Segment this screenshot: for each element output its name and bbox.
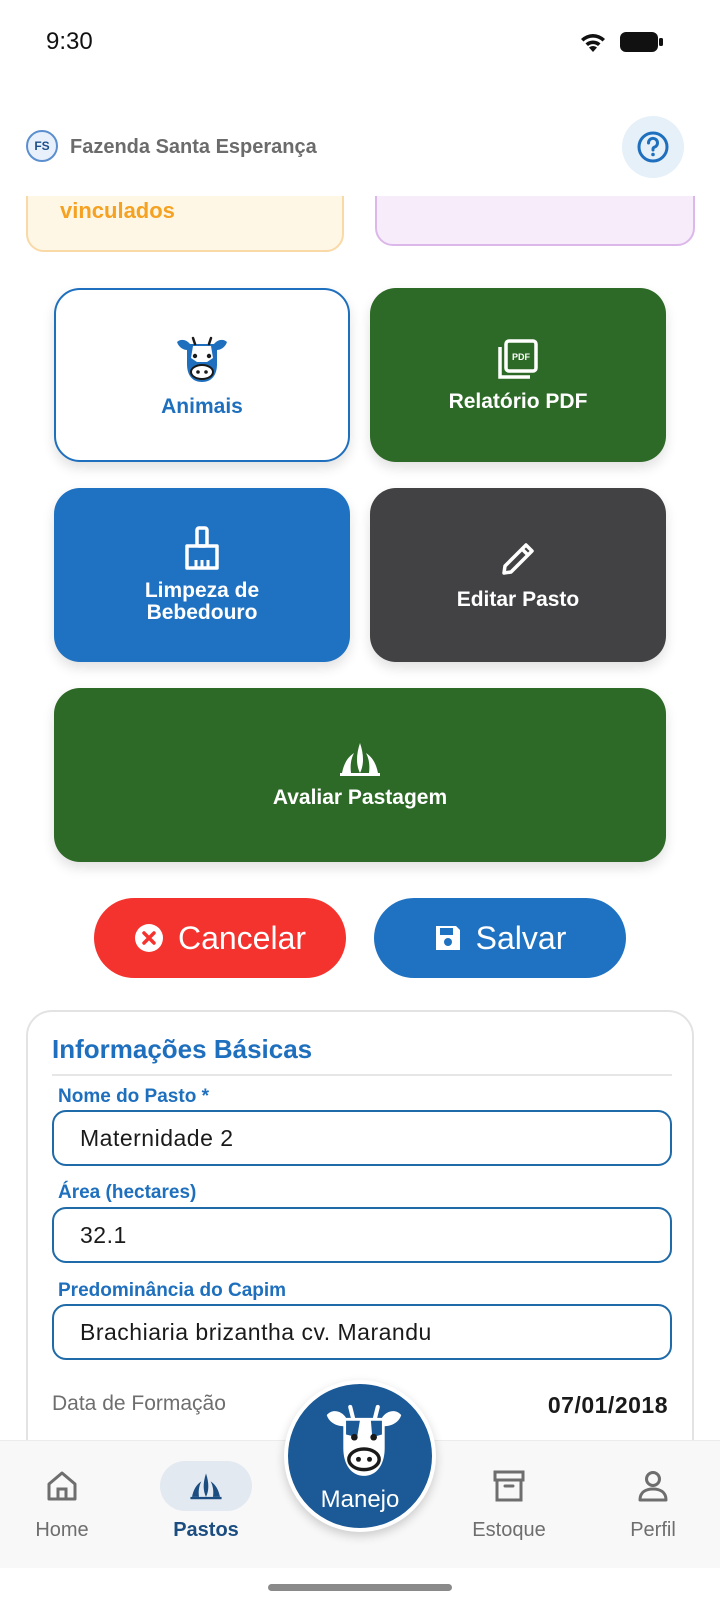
grass-field[interactable]: Brachiaria brizantha cv. Marandu xyxy=(52,1304,672,1360)
nav-home-label: Home xyxy=(35,1519,89,1541)
area-value: 32.1 xyxy=(80,1221,127,1248)
nav-pastos-label: Pastos xyxy=(173,1519,239,1541)
save-label: Salvar xyxy=(475,919,567,956)
pdf-icon: PDF xyxy=(498,339,538,379)
grass-label: Predominância do Capim xyxy=(58,1280,287,1301)
avaliar-pastagem-label: Avaliar Pastagem xyxy=(272,785,448,809)
nav-perfil[interactable]: Perfil xyxy=(598,1441,708,1569)
nav-perfil-label: Perfil xyxy=(630,1519,676,1541)
svg-text:PDF: PDF xyxy=(512,352,531,362)
nav-estoque-icon-wrap xyxy=(463,1461,555,1511)
status-icons xyxy=(578,30,664,54)
summary-card-linked-label: vinculados xyxy=(60,198,175,223)
basic-info-card: Informações Básicas Nome do Pasto * Mate… xyxy=(26,1010,694,1440)
basic-info-title: Informações Básicas xyxy=(52,1034,313,1064)
limpeza-bebedouro-label: Limpeza de Bebedouro xyxy=(144,578,260,624)
editar-pasto-label: Editar Pasto xyxy=(456,587,580,611)
animais-label: Animais xyxy=(161,394,243,418)
manejo-label: Manejo xyxy=(320,1486,400,1513)
home-icon xyxy=(47,1471,77,1501)
person-icon xyxy=(638,1471,668,1502)
avaliar-pastagem-button[interactable]: Avaliar Pastagem xyxy=(54,688,666,862)
pasture-name-label: Nome do Pasto * xyxy=(58,1086,209,1107)
save-icon xyxy=(435,926,460,950)
nav-pastos-icon-wrap xyxy=(160,1461,252,1511)
pasture-name-field[interactable]: Maternidade 2 xyxy=(52,1110,672,1166)
grass-value: Brachiaria brizantha cv. Marandu xyxy=(80,1318,432,1345)
farm-avatar[interactable]: FS xyxy=(26,130,58,162)
formation-date-value[interactable]: 07/01/2018 xyxy=(548,1392,668,1419)
nav-home-icon-wrap xyxy=(16,1461,108,1511)
close-circle-icon xyxy=(134,924,163,952)
farm-name[interactable]: Fazenda Santa Esperança xyxy=(70,136,317,159)
editar-pasto-button[interactable]: Editar Pasto xyxy=(370,488,666,662)
broom-icon xyxy=(185,526,219,570)
battery-icon xyxy=(620,32,663,52)
status-time: 9:30 xyxy=(46,28,93,55)
cow-icon xyxy=(177,336,227,382)
nav-estoque-label: Estoque xyxy=(472,1519,546,1541)
limpeza-bebedouro-button[interactable]: Limpeza de Bebedouro xyxy=(54,488,350,662)
grass-nav-icon xyxy=(190,1473,222,1500)
manejo-button[interactable]: Manejo xyxy=(284,1380,436,1532)
animais-button[interactable]: Animais xyxy=(54,288,350,462)
cancel-button[interactable]: Cancelar xyxy=(94,898,346,978)
help-circle-icon xyxy=(637,131,669,163)
formation-date-label: Data de Formação xyxy=(52,1392,226,1415)
nav-pastos[interactable]: Pastos xyxy=(151,1441,261,1569)
nav-perfil-icon-wrap xyxy=(607,1461,699,1511)
summary-card-secondary[interactable] xyxy=(375,196,695,246)
wifi-icon xyxy=(581,34,605,52)
cow-head-icon xyxy=(326,1404,402,1476)
summary-card-linked[interactable]: vinculados xyxy=(26,196,344,252)
status-bar: 9:30 xyxy=(0,0,720,90)
archive-icon xyxy=(493,1470,525,1502)
app-header: FS Fazenda Santa Esperança xyxy=(0,110,720,190)
grass-icon xyxy=(340,742,380,776)
cancel-label: Cancelar xyxy=(177,919,307,956)
area-field[interactable]: 32.1 xyxy=(52,1207,672,1263)
help-button[interactable] xyxy=(622,116,684,178)
home-indicator xyxy=(268,1584,452,1591)
content-scroll-area[interactable]: vinculados Animais PDF Relatório PDF Lim… xyxy=(0,196,720,1440)
divider xyxy=(52,1074,672,1076)
relatorio-pdf-label: Relatório PDF xyxy=(448,389,588,413)
save-button[interactable]: Salvar xyxy=(374,898,626,978)
nav-estoque[interactable]: Estoque xyxy=(454,1441,564,1569)
relatorio-pdf-button[interactable]: PDF Relatório PDF xyxy=(370,288,666,462)
pasture-name-value: Maternidade 2 xyxy=(80,1124,234,1151)
pencil-icon xyxy=(502,543,534,575)
area-label: Área (hectares) xyxy=(58,1182,197,1203)
nav-home[interactable]: Home xyxy=(7,1441,117,1569)
